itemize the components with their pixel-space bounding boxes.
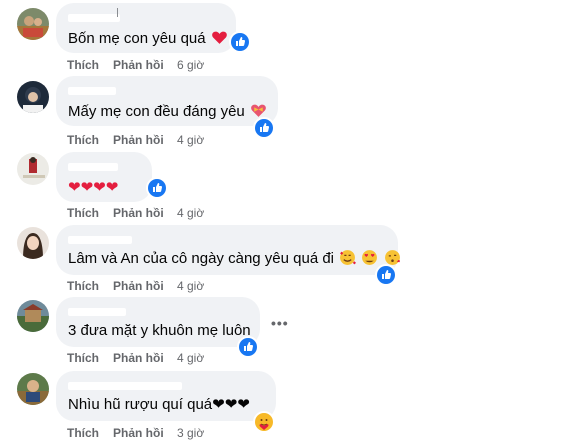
comment-actions: Thích Phản hồi 6 giờ (67, 58, 204, 72)
author-name-redacted[interactable] (68, 236, 132, 244)
comment-actions: Thích Phản hồi 4 giờ (67, 279, 204, 293)
avatar[interactable] (17, 81, 49, 113)
like-reaction-icon[interactable] (146, 177, 168, 199)
reply-link[interactable]: Phản hồi (113, 133, 177, 147)
comment-text: Nhìu hũ rượu quí quá❤❤❤ (68, 396, 250, 413)
reply-link[interactable]: Phản hồi (113, 279, 177, 293)
comment-text: Bốn mẹ con yêu quá (68, 29, 228, 49)
reply-link[interactable]: Phản hồi (113, 206, 177, 220)
smiling-face-with-hearts-emoji (340, 250, 357, 265)
like-reaction-icon[interactable] (237, 336, 259, 358)
comment-bubble: 3 đưa mặt y khuôn mẹ luôn (56, 297, 260, 347)
like-link[interactable]: Thích (67, 206, 113, 220)
name-separator (117, 8, 118, 17)
avatar[interactable] (17, 8, 49, 40)
comment-text: Mấy mẹ con đều đáng yêu (68, 102, 267, 122)
comment-actions: Thích Phản hồi 4 giờ (67, 133, 204, 147)
timestamp[interactable]: 4 giờ (177, 351, 204, 365)
comment-bubble: Nhìu hũ rượu quí quá❤❤❤ (56, 371, 276, 421)
like-reaction-icon[interactable] (375, 264, 397, 286)
more-options-button[interactable]: ••• (271, 316, 291, 330)
reply-link[interactable]: Phản hồi (113, 426, 177, 440)
like-link[interactable]: Thích (67, 58, 113, 72)
author-name-redacted[interactable] (68, 14, 120, 22)
avatar[interactable] (17, 153, 49, 185)
timestamp[interactable]: 4 giờ (177, 206, 204, 220)
comment-actions: Thích Phản hồi 4 giờ (67, 206, 204, 220)
comment-text: Lâm và An của cô ngày càng yêu quá đi (68, 249, 401, 269)
heart-emoji (211, 31, 227, 44)
like-link[interactable]: Thích (67, 133, 113, 147)
timestamp[interactable]: 4 giờ (177, 133, 204, 147)
avatar[interactable] (17, 227, 49, 259)
like-reaction-icon[interactable] (229, 31, 251, 53)
reply-link[interactable]: Phản hồi (113, 351, 177, 365)
comment-bubble: Bốn mẹ con yêu quá (56, 3, 236, 53)
timestamp[interactable]: 6 giờ (177, 58, 204, 72)
care-reaction-icon[interactable] (253, 411, 275, 433)
avatar[interactable] (17, 300, 49, 332)
timestamp[interactable]: 4 giờ (177, 279, 204, 293)
like-link[interactable]: Thích (67, 426, 113, 440)
like-link[interactable]: Thích (67, 351, 113, 365)
like-link[interactable]: Thích (67, 279, 113, 293)
comment-text: ❤❤❤❤ (68, 179, 119, 196)
comment-actions: Thích Phản hồi 3 giờ (67, 426, 204, 440)
comment-bubble: Mấy mẹ con đều đáng yêu (56, 76, 278, 126)
author-name-redacted[interactable] (68, 308, 126, 316)
comment-actions: Thích Phản hồi 4 giờ (67, 351, 204, 365)
heart-eyes-emoji (362, 250, 378, 265)
comment-text: 3 đưa mặt y khuôn mẹ luôn (68, 322, 251, 339)
like-reaction-icon[interactable] (253, 117, 275, 139)
author-name-redacted[interactable] (68, 382, 182, 390)
avatar[interactable] (17, 373, 49, 405)
comment-bubble: ❤❤❤❤ (56, 152, 152, 202)
author-name-redacted[interactable] (68, 87, 116, 95)
comment-bubble: Lâm và An của cô ngày càng yêu quá đi (56, 225, 401, 275)
author-name-redacted[interactable] (68, 163, 118, 171)
timestamp[interactable]: 3 giờ (177, 426, 204, 440)
reply-link[interactable]: Phản hồi (113, 58, 177, 72)
